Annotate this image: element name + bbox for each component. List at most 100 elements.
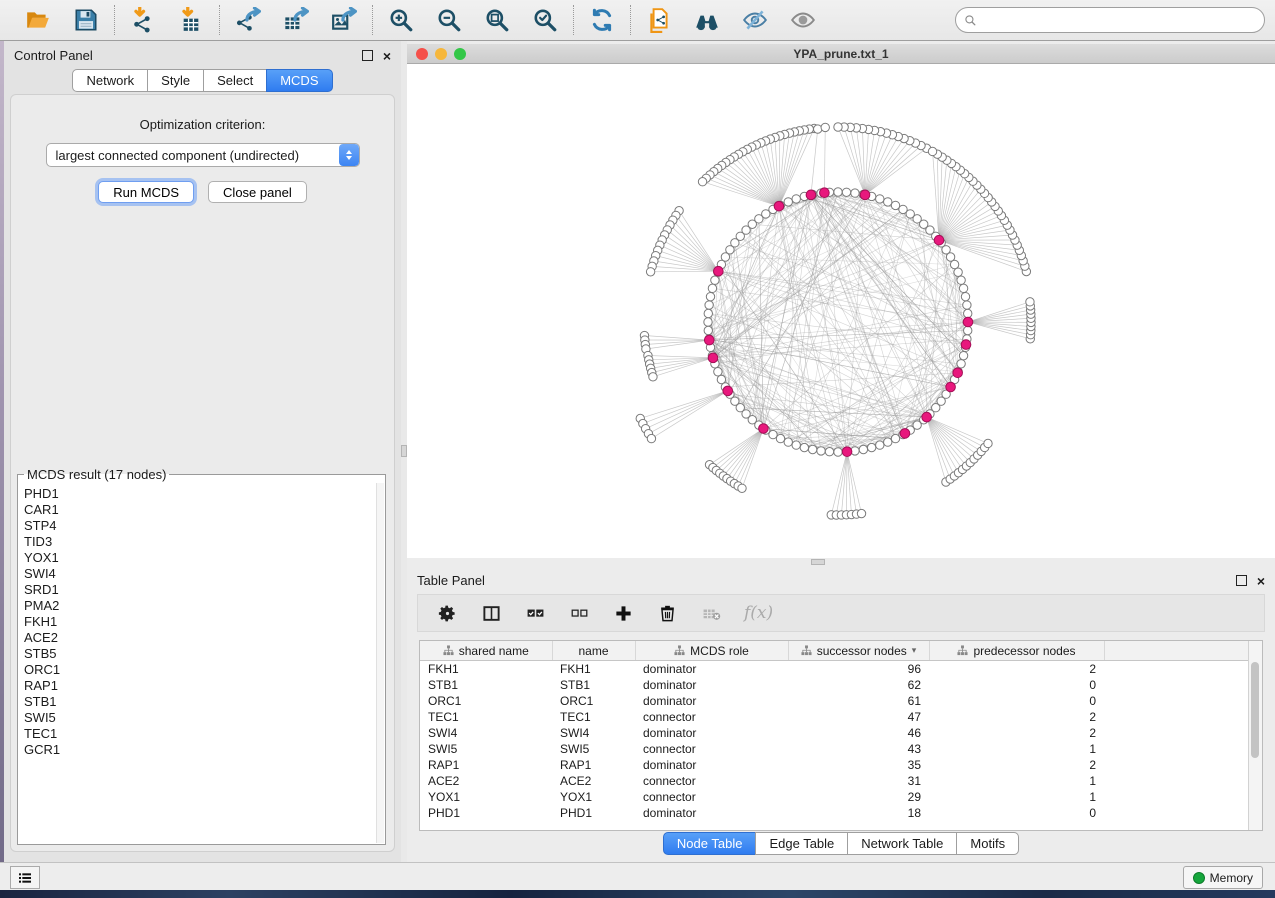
mcds-result-scrollbar[interactable] bbox=[376, 483, 384, 843]
tab-edge-table[interactable]: Edge Table bbox=[755, 832, 848, 855]
open-file-button[interactable] bbox=[24, 6, 52, 34]
zoom-fit-button[interactable] bbox=[483, 6, 511, 34]
mcds-hub-node[interactable] bbox=[922, 412, 932, 422]
delete-column-button[interactable] bbox=[656, 602, 678, 624]
import-table-button[interactable] bbox=[177, 6, 205, 34]
horizontal-splitter-handle[interactable] bbox=[811, 559, 825, 565]
mcds-hub-node[interactable] bbox=[842, 447, 852, 457]
export-image-button[interactable] bbox=[330, 6, 358, 34]
mcds-hub-node[interactable] bbox=[860, 190, 870, 200]
table-row[interactable]: YOX1YOX1connector291 bbox=[420, 789, 1262, 805]
ring-node[interactable] bbox=[891, 201, 899, 209]
leaf-node[interactable] bbox=[649, 373, 657, 381]
ring-node[interactable] bbox=[961, 292, 969, 300]
ring-node[interactable] bbox=[867, 443, 875, 451]
column-header-MCDS-role[interactable]: MCDS role bbox=[635, 641, 788, 661]
ring-node[interactable] bbox=[784, 198, 792, 206]
table-row[interactable]: ORC1ORC1dominator610 bbox=[420, 693, 1262, 709]
ring-node[interactable] bbox=[711, 276, 719, 284]
float-panel-icon[interactable] bbox=[362, 50, 373, 61]
ring-node[interactable] bbox=[957, 276, 965, 284]
leaf-node[interactable] bbox=[738, 484, 746, 492]
table-row[interactable]: STB1STB1dominator620 bbox=[420, 677, 1262, 693]
column-header-predecessor-nodes[interactable]: predecessor nodes bbox=[929, 641, 1104, 661]
ring-node[interactable] bbox=[784, 438, 792, 446]
network-search-box[interactable] bbox=[955, 7, 1265, 33]
leaf-node[interactable] bbox=[814, 125, 822, 133]
mcds-result-item[interactable]: CAR1 bbox=[24, 502, 371, 518]
close-panel-button[interactable]: Close panel bbox=[208, 181, 307, 203]
mcds-hub-node[interactable] bbox=[820, 188, 830, 198]
import-network-button[interactable] bbox=[129, 6, 157, 34]
ring-node[interactable] bbox=[825, 448, 833, 456]
ring-node[interactable] bbox=[959, 351, 967, 359]
ring-node[interactable] bbox=[884, 198, 892, 206]
split-columns-button[interactable] bbox=[480, 602, 502, 624]
mcds-result-item[interactable]: FKH1 bbox=[24, 614, 371, 630]
tab-style[interactable]: Style bbox=[147, 69, 204, 92]
leaf-node[interactable] bbox=[1026, 298, 1034, 306]
mcds-result-item[interactable]: SWI5 bbox=[24, 710, 371, 726]
mcds-hub-node[interactable] bbox=[946, 382, 956, 392]
table-row[interactable]: RAP1RAP1dominator352 bbox=[420, 757, 1262, 773]
mcds-hub-node[interactable] bbox=[708, 353, 718, 363]
run-mcds-button[interactable]: Run MCDS bbox=[98, 181, 194, 203]
ring-node[interactable] bbox=[884, 438, 892, 446]
ring-node[interactable] bbox=[842, 188, 850, 196]
leaf-node[interactable] bbox=[857, 509, 865, 517]
mcds-hub-node[interactable] bbox=[934, 235, 944, 245]
mcds-result-item[interactable]: RAP1 bbox=[24, 678, 371, 694]
ring-node[interactable] bbox=[876, 195, 884, 203]
mcds-hub-node[interactable] bbox=[714, 266, 724, 276]
memory-button[interactable]: Memory bbox=[1183, 866, 1263, 889]
table-row[interactable]: SWI4SWI4dominator462 bbox=[420, 725, 1262, 741]
ring-node[interactable] bbox=[834, 448, 842, 456]
mcds-hub-node[interactable] bbox=[900, 429, 910, 439]
mcds-result-item[interactable]: YOX1 bbox=[24, 550, 371, 566]
table-scrollbar-thumb[interactable] bbox=[1251, 662, 1259, 758]
mcds-hub-node[interactable] bbox=[723, 386, 733, 396]
tab-motifs[interactable]: Motifs bbox=[956, 832, 1019, 855]
table-row[interactable]: FKH1FKH1dominator962 bbox=[420, 661, 1262, 678]
tab-select[interactable]: Select bbox=[203, 69, 267, 92]
refresh-layout-button[interactable] bbox=[588, 6, 616, 34]
ring-node[interactable] bbox=[834, 188, 842, 196]
mcds-hub-node[interactable] bbox=[704, 335, 714, 345]
ring-node[interactable] bbox=[964, 309, 972, 317]
ring-node[interactable] bbox=[706, 292, 714, 300]
task-history-button[interactable] bbox=[10, 866, 40, 889]
network-graph[interactable] bbox=[407, 64, 1275, 558]
leaf-node[interactable] bbox=[834, 123, 842, 131]
mcds-hub-node[interactable] bbox=[774, 201, 784, 211]
first-neighbors-button[interactable] bbox=[693, 6, 721, 34]
ring-node[interactable] bbox=[954, 268, 962, 276]
select-all-checkboxes-button[interactable] bbox=[524, 602, 546, 624]
ring-node[interactable] bbox=[705, 301, 713, 309]
mcds-hub-node[interactable] bbox=[806, 190, 816, 200]
ring-node[interactable] bbox=[808, 445, 816, 453]
ring-node[interactable] bbox=[704, 318, 712, 326]
leaf-node[interactable] bbox=[928, 147, 936, 155]
float-table-panel-icon[interactable] bbox=[1236, 575, 1247, 586]
ring-node[interactable] bbox=[959, 284, 967, 292]
show-all-button[interactable] bbox=[789, 6, 817, 34]
add-column-button[interactable] bbox=[612, 602, 634, 624]
ring-node[interactable] bbox=[859, 445, 867, 453]
export-network-button[interactable] bbox=[234, 6, 262, 34]
leaf-node[interactable] bbox=[646, 268, 654, 276]
zoom-in-button[interactable] bbox=[387, 6, 415, 34]
ring-node[interactable] bbox=[708, 284, 716, 292]
mcds-result-item[interactable]: PHD1 bbox=[24, 486, 371, 502]
settings-gear-button[interactable] bbox=[436, 602, 458, 624]
leaf-node[interactable] bbox=[821, 123, 829, 131]
column-header-shared-name[interactable]: shared name bbox=[420, 641, 552, 661]
table-scrollbar-track[interactable] bbox=[1248, 641, 1262, 830]
deselect-checkboxes-button[interactable] bbox=[568, 602, 590, 624]
tab-network-table[interactable]: Network Table bbox=[847, 832, 957, 855]
table-row[interactable]: TEC1TEC1connector472 bbox=[420, 709, 1262, 725]
mcds-hub-node[interactable] bbox=[759, 424, 769, 434]
mcds-result-item[interactable]: TEC1 bbox=[24, 726, 371, 742]
close-panel-icon[interactable]: × bbox=[383, 51, 391, 61]
leaf-node[interactable] bbox=[984, 439, 992, 447]
ring-node[interactable] bbox=[876, 441, 884, 449]
